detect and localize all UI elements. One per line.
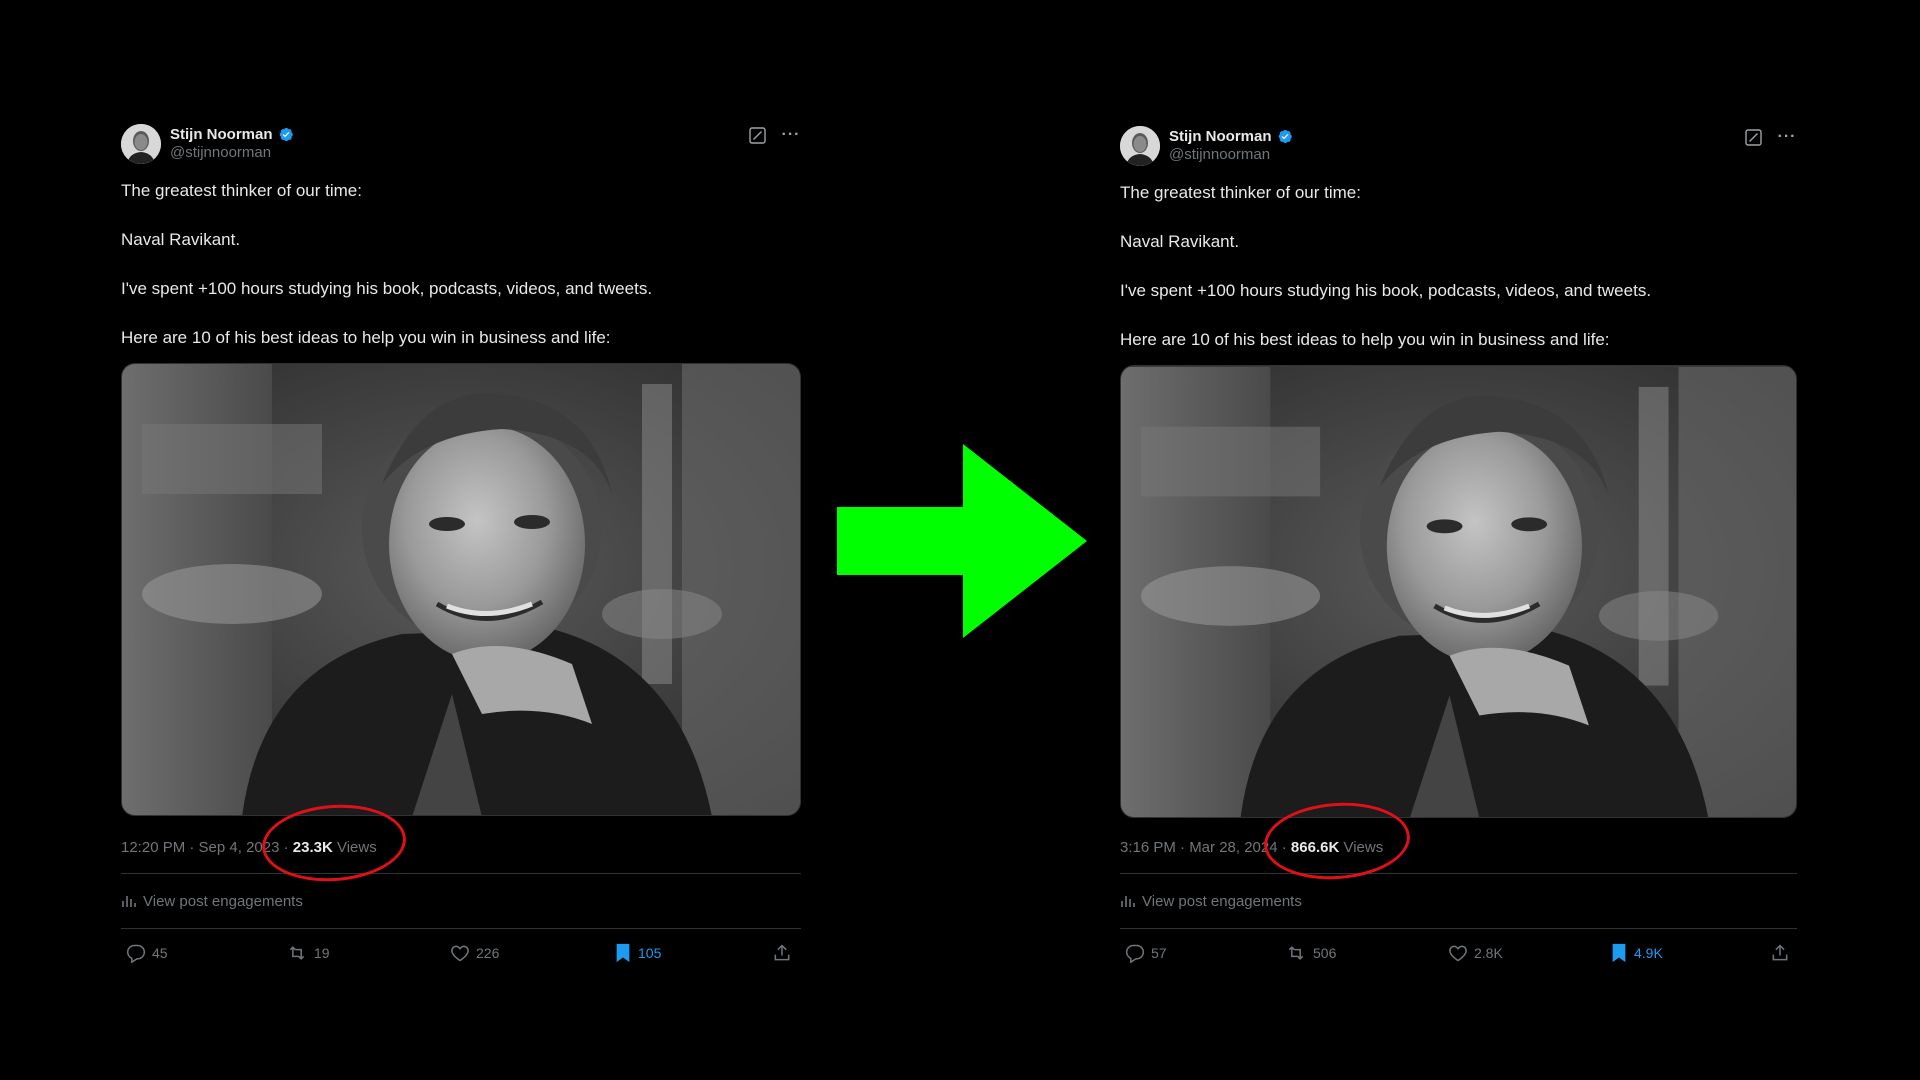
action-bar: 57 506 2.8K 4.9K	[1120, 929, 1797, 979]
repost-count: 506	[1313, 945, 1337, 961]
repost-icon	[1288, 946, 1304, 960]
reply-count: 45	[152, 945, 168, 961]
view-engagements-link[interactable]: View post engagements	[121, 874, 801, 928]
post-text: The greatest thinker of our time: Naval …	[1120, 181, 1797, 352]
grok-icon[interactable]	[1743, 127, 1763, 147]
post-header: Stijn Noorman @stijnnoorman ···	[121, 121, 801, 167]
repost-button[interactable]: 19	[286, 943, 330, 963]
post-photo[interactable]	[1120, 365, 1797, 818]
bookmark-count: 4.9K	[1634, 945, 1663, 961]
bookmark-icon	[1612, 943, 1626, 963]
analytics-icon	[122, 896, 136, 907]
verified-badge-icon	[277, 126, 294, 143]
action-bar: 45 19 226 105	[121, 929, 801, 979]
like-icon	[1449, 945, 1467, 962]
bookmark-button[interactable]: 105	[614, 943, 661, 963]
post-text-line: Naval Ravikant.	[1120, 232, 1240, 251]
author-name[interactable]: Stijn Noorman	[170, 126, 273, 143]
post-meta: 3:16 PM · Mar 28, 2024 · 866.6K Views	[1120, 838, 1797, 858]
post-text-line: I've spent +100 hours studying his book,…	[1120, 281, 1652, 300]
post-text-line: Here are 10 of his best ideas to help yo…	[1120, 330, 1610, 349]
post-text-line: The greatest thinker of our time:	[1120, 183, 1361, 202]
share-button[interactable]	[772, 943, 792, 963]
post-text-line: Naval Ravikant.	[121, 230, 241, 249]
reply-button[interactable]: 45	[126, 943, 168, 963]
bookmark-button[interactable]: 4.9K	[1610, 943, 1663, 963]
arrow-right-icon	[837, 444, 1087, 638]
like-count: 226	[476, 945, 500, 961]
like-icon	[451, 945, 469, 962]
like-button[interactable]: 226	[450, 943, 499, 963]
post-card-after: Stijn Noorman @stijnnoorman ··· The grea…	[1120, 123, 1797, 979]
post-photo[interactable]	[121, 363, 801, 816]
post-meta: 12:20 PM · Sep 4, 2023 · 23.3K Views	[121, 838, 801, 858]
like-button[interactable]: 2.8K	[1448, 943, 1503, 963]
analytics-icon	[1121, 896, 1135, 907]
post-text: The greatest thinker of our time: Naval …	[121, 179, 801, 350]
reply-button[interactable]: 57	[1125, 943, 1167, 963]
engagements-label: View post engagements	[1142, 892, 1302, 910]
more-icon[interactable]: ···	[1777, 127, 1797, 147]
author-avatar[interactable]	[1120, 126, 1160, 166]
repost-button[interactable]: 506	[1285, 943, 1336, 963]
author-handle[interactable]: @stijnnoorman	[1169, 146, 1293, 163]
post-text-line: I've spent +100 hours studying his book,…	[121, 279, 653, 298]
reply-count: 57	[1151, 945, 1167, 961]
author-handle[interactable]: @stijnnoorman	[170, 144, 294, 161]
bookmark-icon	[616, 943, 630, 963]
engagements-label: View post engagements	[143, 892, 303, 910]
share-icon	[774, 944, 790, 961]
share-icon	[1772, 944, 1788, 961]
post-header: Stijn Noorman @stijnnoorman ···	[1120, 123, 1797, 169]
like-count: 2.8K	[1474, 945, 1503, 961]
post-text-line: The greatest thinker of our time:	[121, 181, 362, 200]
author-avatar[interactable]	[121, 124, 161, 164]
reply-icon	[126, 944, 146, 963]
author-info: Stijn Noorman @stijnnoorman	[170, 126, 294, 161]
more-icon[interactable]: ···	[781, 125, 801, 145]
view-engagements-link[interactable]: View post engagements	[1120, 874, 1797, 928]
share-button[interactable]	[1770, 943, 1790, 963]
author-name[interactable]: Stijn Noorman	[1169, 128, 1272, 145]
repost-count: 19	[314, 945, 330, 961]
bookmark-count: 105	[638, 945, 662, 961]
post-card-before: Stijn Noorman @stijnnoorman ··· The grea…	[121, 121, 801, 979]
grok-icon[interactable]	[747, 125, 767, 145]
verified-badge-icon	[1276, 128, 1293, 145]
author-info: Stijn Noorman @stijnnoorman	[1169, 128, 1293, 163]
reply-icon	[1125, 944, 1145, 963]
post-text-line: Here are 10 of his best ideas to help yo…	[121, 328, 611, 347]
repost-icon	[289, 946, 305, 960]
